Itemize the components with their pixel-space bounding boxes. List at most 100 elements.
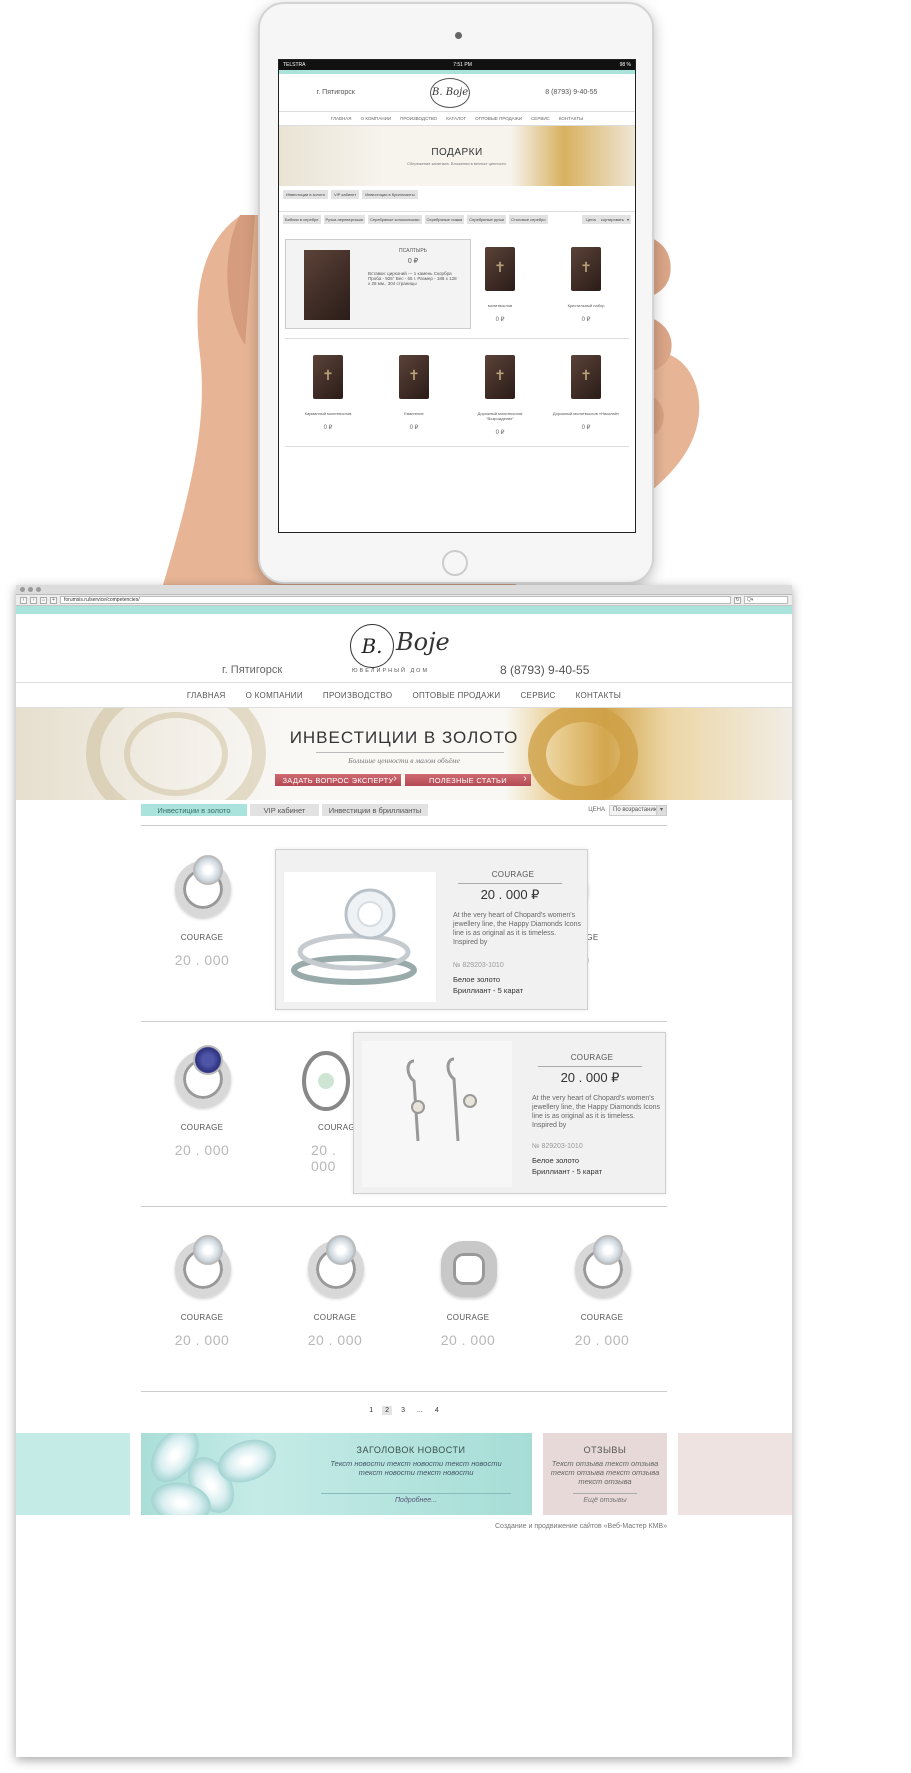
minimize-icon[interactable]: [28, 587, 33, 592]
ask-expert-button[interactable]: ЗАДАТЬ ВОПРОС ЭКСПЕРТУ: [275, 773, 401, 786]
logo[interactable]: B. Boje ЮВЕЛИРНЫЙ ДОМ: [350, 624, 472, 676]
home-button[interactable]: [442, 550, 468, 576]
product-card[interactable]: COURAGE 20 . 000: [408, 1235, 528, 1348]
product-popup[interactable]: ПСАЛТЫРЬ 0 ₽ Вставки: цирконий — 1 камен…: [285, 239, 471, 329]
product-card[interactable]: COURAGE 20 . 000: [275, 1235, 395, 1348]
category-tableware[interactable]: Столовое серебро: [509, 215, 548, 224]
category-pens[interactable]: Ручки-перевертыши: [323, 215, 365, 224]
phone-label: 8 (8793) 9-40-55: [500, 663, 590, 677]
nav-item-production[interactable]: ПРОИЗВОДСТВО: [400, 116, 437, 121]
tab-vip[interactable]: VIP кабинет: [250, 804, 319, 816]
nav-item-home[interactable]: ГЛАВНАЯ: [187, 691, 226, 700]
product-name: Евангелие: [404, 411, 424, 416]
close-icon[interactable]: [20, 587, 25, 592]
book-image: [485, 355, 515, 399]
product-card[interactable]: COURAG 20 . 000: [296, 1045, 356, 1174]
nav-item-contacts[interactable]: КОНТАКТЫ: [559, 116, 583, 121]
nav-item-service[interactable]: СЕРВИС: [520, 691, 555, 700]
filter-bar: Инвестиции в золото VIP кабинет Инвестиц…: [141, 803, 667, 817]
sort-label: Цена: [584, 215, 598, 224]
product-card[interactable]: Карманный молитвослов 0 ₽: [293, 349, 363, 446]
product-popup[interactable]: COURAGE 20 . 000 ₽ At the very heart of …: [353, 1032, 666, 1194]
earring-photo: [362, 1041, 512, 1187]
nav-item-wholesale[interactable]: ОПТОВЫЕ ПРОДАЖИ: [475, 116, 522, 121]
news-more-link[interactable]: Подробнее...: [321, 1493, 511, 1504]
category-bells[interactable]: Серебряные колокольчики: [368, 215, 422, 224]
product-name: COURAGE: [180, 1123, 224, 1132]
forward-icon[interactable]: ›: [30, 596, 37, 604]
product-price: 0 ₽: [409, 425, 419, 431]
sort-select[interactable]: По возрастанию ▾: [609, 804, 667, 816]
popup-price: 20 . 000 ₽: [458, 883, 562, 903]
nav-item-about[interactable]: О КОМПАНИИ: [361, 116, 392, 121]
product-card[interactable]: Дорожный молитвослов "Возрождение" 0 ₽: [465, 349, 535, 446]
page-link[interactable]: 4: [432, 1406, 442, 1415]
nav-item-production[interactable]: ПРОИЗВОДСТВО: [323, 691, 393, 700]
popup-desc: Вставки: цирконий — 1 камень Скорбра Про…: [368, 271, 457, 286]
product-card[interactable]: COURAGE 20 . 000: [142, 1235, 262, 1348]
news-card[interactable]: ЗАГОЛОВОК НОВОСТИ Текст новости текст но…: [141, 1433, 532, 1515]
book-image: [313, 355, 343, 399]
chevron-down-icon: ▾: [656, 805, 666, 815]
tab-diamonds[interactable]: Инвестиции в бриллианты: [322, 804, 428, 816]
banner-subtitle: Сбережение капитала. Вложения в вечные ц…: [407, 160, 507, 166]
tab-gold[interactable]: Инвестиции в золото: [283, 190, 329, 199]
nav-item-contacts[interactable]: КОНТАКТЫ: [576, 691, 622, 700]
product-popup[interactable]: COURAGE 20 . 000 ₽ At the very heart of …: [275, 849, 588, 1010]
logo[interactable]: B. Boje: [430, 77, 471, 108]
nav-item-catalog[interactable]: КАТАЛОГ: [446, 116, 466, 121]
useful-articles-button[interactable]: ПОЛЕЗНЫЕ СТАТЬИ: [405, 773, 531, 786]
footer-credit[interactable]: Создание и продвижение сайтов «Веб-Масте…: [141, 1523, 667, 1530]
page-link-current[interactable]: 2: [382, 1406, 393, 1415]
pagination: 1 2 3 ... 4: [16, 1406, 792, 1415]
add-tab-icon[interactable]: +: [50, 596, 57, 604]
popup-sku: № 829203-1010: [532, 1143, 583, 1150]
product-card[interactable]: Крестильный набор 0 ₽: [551, 241, 621, 338]
gold-coin-inner: [124, 712, 228, 796]
search-field[interactable]: Q▾: [744, 596, 788, 604]
tablet-categories: Библии в серебре Ручки-перевертыши Сереб…: [279, 211, 635, 227]
product-price: 0 ₽: [581, 317, 591, 323]
product-card[interactable]: молитвослов 0 ₽: [465, 241, 535, 338]
reload-icon[interactable]: ↻: [734, 596, 741, 604]
back-icon[interactable]: ‹: [20, 596, 27, 604]
product-name: Крестильный набор: [567, 303, 605, 308]
maximize-icon[interactable]: [36, 587, 41, 592]
divider: [141, 825, 667, 826]
popup-name: ПСАЛТЫРЬ: [399, 248, 427, 254]
page-link[interactable]: 3: [398, 1406, 408, 1415]
product-card[interactable]: COURAGE 20 . 000: [542, 1235, 662, 1348]
product-name: COURAGE: [180, 933, 224, 942]
category-spoons[interactable]: Серебряные ложки: [424, 215, 465, 224]
sort-control[interactable]: Цена сортировать ▾: [582, 215, 631, 224]
nav-item-service[interactable]: СЕРВИС: [531, 116, 550, 121]
sapphire-ring-image: [157, 1045, 247, 1123]
category-bibles[interactable]: Библии в серебре: [283, 215, 321, 224]
product-name: COURAG: [318, 1123, 355, 1132]
product-card[interactable]: COURAGE 20 . 000: [142, 855, 262, 968]
sort-label: ЦЕНА: [588, 807, 605, 813]
home-icon[interactable]: ⌂: [40, 596, 47, 604]
reviews-card: ОТЗЫВЫ Текст отзыва текст отзыва текст о…: [543, 1433, 667, 1515]
page-link[interactable]: 1: [366, 1406, 376, 1415]
product-price: 20 . 000: [174, 1332, 230, 1348]
tab-gold[interactable]: Инвестиции в золото: [141, 804, 247, 816]
nav-item-about[interactable]: О КОМПАНИИ: [246, 691, 303, 700]
category-handles[interactable]: Серебряные ручки: [467, 215, 507, 224]
reviews-more-link[interactable]: Ещё отзывы: [573, 1493, 637, 1504]
address-bar[interactable]: forumsis.ru/service/competencies/: [60, 596, 731, 604]
tablet-device: TELSTRA 7:51 PM 98 % г. Пятигорск B. Boj…: [258, 2, 654, 584]
product-card[interactable]: COURAGE 20 . 000: [142, 1045, 262, 1158]
product-name: COURAGE: [313, 1313, 357, 1322]
product-name: молитвослов: [487, 303, 513, 308]
site-header: г. Пятигорск B. Boje ЮВЕЛИРНЫЙ ДОМ 8 (87…: [16, 614, 792, 682]
tab-vip[interactable]: VIP кабинет: [331, 190, 360, 199]
nav-item-home[interactable]: ГЛАВНАЯ: [331, 116, 352, 121]
tab-diamonds[interactable]: Инвестиции в бриллианты: [362, 190, 418, 199]
product-card[interactable]: Дорожный молитвослов «Николай» 0 ₽: [551, 349, 621, 446]
tablet-header: г. Пятигорск B. Boje 8 (8793) 9-40-55: [279, 74, 635, 112]
psalter-image: [304, 250, 350, 320]
product-card[interactable]: Евангелие 0 ₽: [379, 349, 449, 446]
nav-item-wholesale[interactable]: ОПТОВЫЕ ПРОДАЖИ: [412, 691, 500, 700]
sort-value: сортировать: [598, 215, 626, 224]
